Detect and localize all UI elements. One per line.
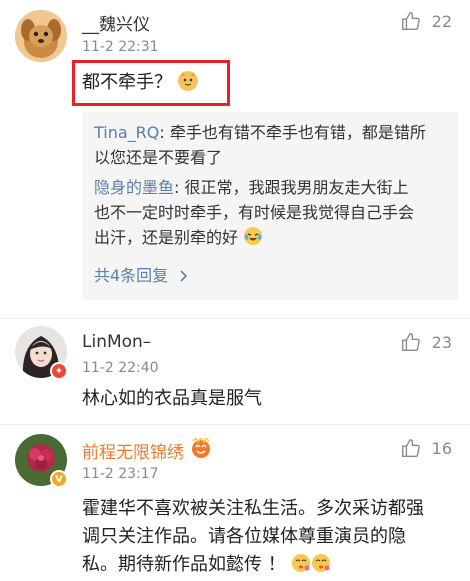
like-count: 16 bbox=[431, 438, 452, 458]
comment-text: 霍建华不喜欢被关注私生活。多次采访都强 bbox=[82, 498, 424, 519]
divider bbox=[0, 318, 470, 319]
divider bbox=[0, 424, 470, 425]
highlight-box bbox=[72, 60, 230, 106]
like-button[interactable]: 22 bbox=[400, 10, 452, 32]
kiss-emoji-icon bbox=[291, 553, 311, 573]
timestamp: 11-2 23:17 bbox=[82, 466, 159, 482]
chevron-right-icon bbox=[180, 270, 188, 282]
comment-text: 私。期待新作品如懿传 ！ bbox=[82, 550, 331, 580]
vip-badge-icon: V bbox=[50, 470, 68, 488]
verified-badge-icon: ✦ bbox=[50, 362, 68, 380]
username[interactable]: __魏兴仪 bbox=[82, 10, 150, 35]
kiss-emoji-icon bbox=[311, 553, 331, 573]
comment-text: 调只关注作品。请各位媒体尊重演员的隐 bbox=[82, 526, 406, 547]
reply-text: 以您还是不要看了 bbox=[94, 148, 223, 167]
timestamp: 11-2 22:31 bbox=[82, 39, 159, 55]
reply-item: 隐身的墨鱼: 很正常，我跟我男朋友走大街上 bbox=[94, 178, 409, 197]
like-count: 22 bbox=[431, 11, 452, 31]
username[interactable]: LinMon– bbox=[82, 332, 151, 352]
more-replies-link[interactable]: 共4条回复 bbox=[94, 262, 189, 286]
thumbs-up-icon bbox=[401, 12, 420, 30]
comment-item: ✦ LinMon– 11-2 22:40 23 林心如的衣品真是服气 bbox=[0, 320, 470, 420]
comment-item: V 前程无限锦绣 11-2 23:17 16 霍建华不喜欢被关注私生活。多次采访… bbox=[0, 426, 470, 581]
reply-username[interactable]: Tina_RQ bbox=[94, 123, 159, 142]
reply-username[interactable]: 隐身的墨鱼 bbox=[94, 178, 174, 197]
reply-box[interactable]: Tina_RQ: 牵手也有错不牵手也有错，都是错所 以您还是不要看了 隐身的墨鱼… bbox=[82, 112, 458, 300]
thumbs-up-icon bbox=[401, 333, 420, 351]
like-button[interactable]: 23 bbox=[400, 331, 452, 353]
username[interactable]: 前程无限锦绣 bbox=[82, 438, 184, 463]
comment-item: __魏兴仪 11-2 22:31 22 都不牵手？ Tina_RQ: 牵手也有错… bbox=[0, 0, 470, 310]
reply-text: 也不一定时时牵手，有时候是我觉得自己手会 bbox=[94, 203, 415, 222]
timestamp: 11-2 22:40 bbox=[82, 360, 159, 376]
reply-item: Tina_RQ: 牵手也有错不牵手也有错，都是错所 bbox=[94, 123, 426, 142]
thumbs-up-icon bbox=[401, 439, 420, 457]
comment-text: 林心如的衣品真是服气 bbox=[82, 388, 262, 409]
reply-text: 出汗，还是别牵的好 bbox=[94, 225, 263, 250]
laugh-cry-emoji-icon bbox=[243, 226, 263, 246]
avatar[interactable] bbox=[15, 10, 67, 62]
like-count: 23 bbox=[431, 332, 452, 352]
like-button[interactable]: 16 bbox=[400, 437, 452, 459]
member-badge-icon bbox=[190, 436, 212, 458]
